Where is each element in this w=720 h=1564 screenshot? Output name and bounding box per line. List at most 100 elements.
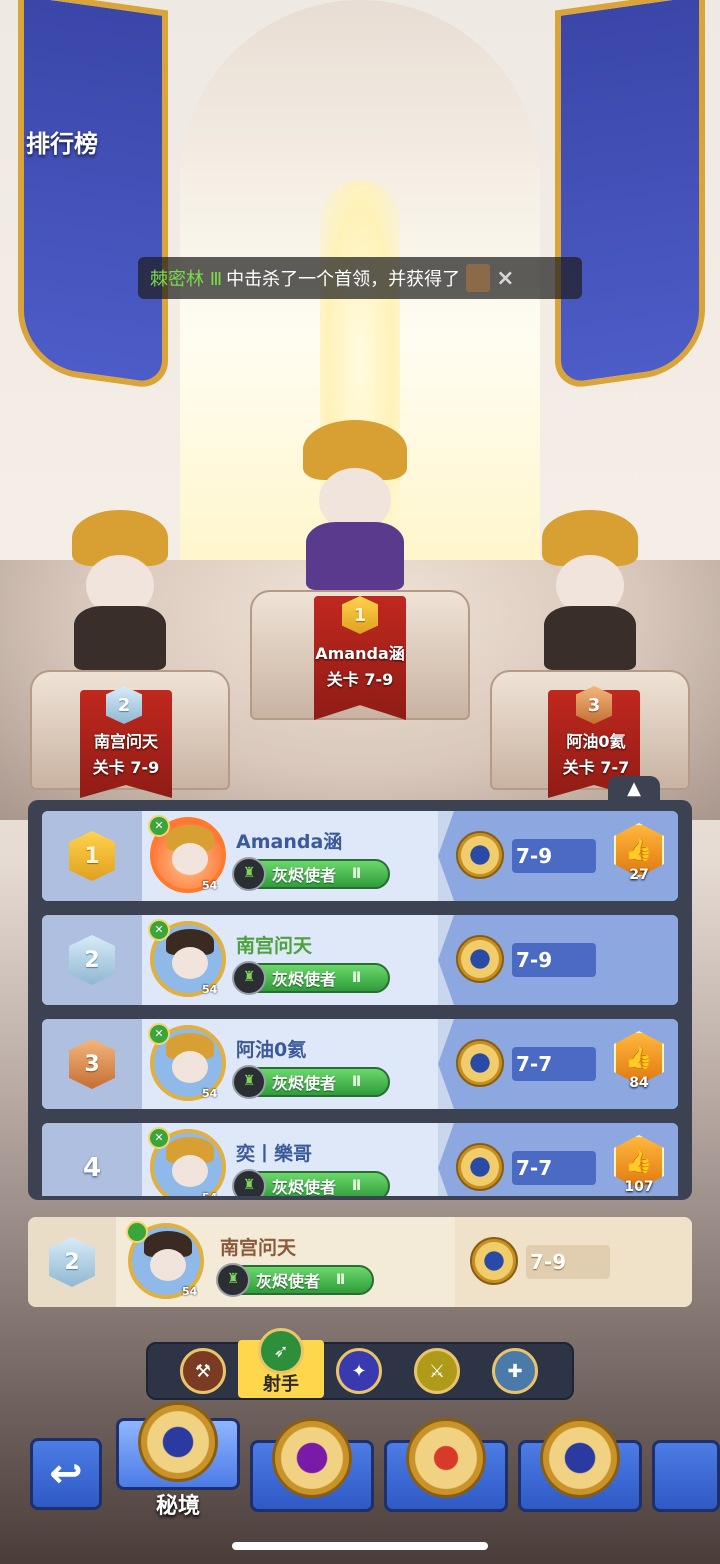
stage-value: 7-9 — [512, 839, 596, 873]
rank-badge: 1 — [69, 831, 115, 881]
notice-close-icon[interactable]: × — [496, 266, 514, 291]
rank-cell: 4 — [42, 1123, 142, 1196]
player-name: 奕丨樂哥 — [236, 1143, 313, 1165]
mage-class-tab-icon[interactable]: ✦ — [336, 1348, 382, 1394]
ranking-row[interactable]: 4 ✕ 54 奕丨樂哥 ♜ 灰烬使者 Ⅱ 7-7 👍 107 — [42, 1123, 678, 1196]
like-count: 107 — [624, 1179, 654, 1195]
avatar-face — [172, 1155, 208, 1187]
podium-name-3: 阿油0氦 — [566, 732, 626, 751]
like-count: 84 — [629, 1075, 649, 1091]
podium-hero-2[interactable] — [60, 510, 180, 670]
purple-gem-emblem-icon — [272, 1418, 352, 1498]
secret-realm-icon — [456, 1039, 504, 1087]
my-stage-value: 7-9 — [526, 1245, 610, 1279]
title-tag-icon: ♜ — [216, 1263, 250, 1297]
archer-class-tab-icon[interactable]: ➶ — [258, 1328, 304, 1374]
player-name: 南宫问天 — [236, 935, 313, 957]
hero-armor — [305, 522, 405, 590]
stage-value: 7-7 — [512, 1047, 596, 1081]
player-title-tag: ♜ 灰烬使者 Ⅱ — [232, 961, 390, 995]
rank-cell: 3 — [42, 1019, 142, 1109]
my-title-tag: ♜ 灰烬使者 Ⅱ — [216, 1263, 374, 1297]
player-title-tag: ♜ 灰烬使者 Ⅱ — [232, 857, 390, 891]
ranking-list[interactable]: 1 ✕ 54 Amanda涵 ♜ 灰烬使者 Ⅱ 7-9 👍 27 2 ✕ 54 … — [42, 811, 678, 1196]
nav-tab-5-button[interactable] — [652, 1440, 720, 1512]
my-rank-badge: 2 — [49, 1237, 95, 1287]
hero-armor — [544, 606, 636, 670]
like-count: 27 — [629, 867, 649, 883]
archer-class-icon: ✕ — [148, 1127, 170, 1149]
player-title: 灰烬使者 — [272, 1178, 337, 1196]
player-title-tag: ♜ 灰烬使者 Ⅱ — [232, 1065, 390, 1099]
my-title-tier: Ⅱ — [336, 1272, 346, 1288]
rank-badge: 2 — [69, 935, 115, 985]
my-title: 灰烬使者 — [256, 1272, 321, 1291]
archer-class-icon: ✕ — [148, 1023, 170, 1045]
rank-badge: 3 — [69, 1039, 115, 1089]
title-tag-icon: ♜ — [232, 961, 266, 995]
podium-stage-3: 关卡 7-7 — [562, 758, 630, 777]
podium-name-2: 南宫问天 — [93, 732, 158, 751]
archer-class-icon — [126, 1221, 148, 1243]
archer-class-icon: ✕ — [148, 815, 170, 837]
ranking-row[interactable]: 3 ✕ 54 阿油0氦 ♜ 灰烬使者 Ⅱ 7-7 👍 84 — [42, 1019, 678, 1109]
rank-number: 4 — [82, 1153, 102, 1183]
podium-stage-1: 关卡 7-9 — [326, 670, 394, 689]
right-banner — [555, 0, 705, 391]
player-name: 阿油0氦 — [236, 1039, 307, 1061]
avatar-face — [172, 843, 208, 875]
player-title-tier: Ⅱ — [352, 970, 362, 986]
left-banner — [18, 0, 168, 391]
avatar-face — [172, 947, 208, 979]
secret-realm-icon — [470, 1237, 518, 1285]
title-tag-icon: ♜ — [232, 857, 266, 891]
player-level: 54 — [202, 983, 218, 996]
loot-item-icon — [466, 264, 491, 292]
my-name: 南宫问天 — [220, 1237, 297, 1259]
player-title: 灰烬使者 — [272, 970, 337, 989]
player-title-tag: ♜ 灰烬使者 Ⅱ — [232, 1169, 390, 1196]
boss-kill-notice: 棘密林 Ⅲ 中击杀了一个首领，并获得了 × — [138, 257, 582, 299]
crown-emblem-icon — [406, 1418, 486, 1498]
player-title: 灰烬使者 — [272, 1074, 337, 1093]
title-tag-icon: ♜ — [232, 1065, 266, 1099]
archer-class-tab-label[interactable]: 射手 — [238, 1370, 324, 1396]
secret-realm-emblem-icon — [138, 1402, 218, 1482]
avatar-face — [172, 1051, 208, 1083]
podium-hero-3[interactable] — [530, 510, 650, 670]
priest-class-tab-icon[interactable]: ✚ — [492, 1348, 538, 1394]
assassin-class-tab-icon[interactable]: ⚔ — [414, 1348, 460, 1394]
player-title-tier: Ⅱ — [352, 866, 362, 882]
title-tag-icon: ♜ — [232, 1169, 266, 1196]
notice-message: 中击杀了一个首领，并获得了 — [226, 269, 461, 290]
rank-cell: 1 — [42, 811, 142, 901]
player-title-tier: Ⅱ — [352, 1074, 362, 1090]
collapse-list-button[interactable]: ▲ — [608, 776, 660, 802]
notice-player: 棘密林 Ⅲ — [150, 269, 223, 290]
podium-stage-2: 关卡 7-9 — [92, 758, 160, 777]
ranking-row[interactable]: 2 ✕ 54 南宫问天 ♜ 灰烬使者 Ⅱ 7-9 — [42, 915, 678, 1005]
player-name: Amanda涵 — [236, 831, 343, 853]
avatar-face — [150, 1249, 186, 1281]
home-indicator[interactable] — [232, 1542, 488, 1550]
hero-armor — [74, 606, 166, 670]
ranking-row[interactable]: 1 ✕ 54 Amanda涵 ♜ 灰烬使者 Ⅱ 7-9 👍 27 — [42, 811, 678, 901]
my-rank-cell: 2 — [28, 1217, 116, 1307]
star-emblem-icon — [540, 1418, 620, 1498]
stage-value: 7-9 — [512, 943, 596, 977]
secret-realm-icon — [456, 1143, 504, 1191]
secret-realm-icon — [456, 831, 504, 879]
podium-hero-1[interactable] — [290, 420, 420, 590]
nav-secret-realm-label: 秘境 — [155, 1494, 200, 1519]
page-title: 排行榜 — [26, 130, 98, 158]
podium-name-1: Amanda涵 — [315, 644, 405, 663]
warrior-class-tab-icon[interactable]: ⚒ — [180, 1348, 226, 1394]
secret-realm-icon — [456, 935, 504, 983]
player-level: 54 — [202, 1087, 218, 1100]
player-title-tier: Ⅱ — [352, 1178, 362, 1194]
my-level: 54 — [182, 1285, 198, 1298]
player-title: 灰烬使者 — [272, 866, 337, 885]
player-level: 54 — [202, 1191, 217, 1196]
player-level: 54 — [202, 879, 218, 892]
my-rank-row[interactable]: 2 54 南宫问天 ♜ 灰烬使者 Ⅱ 7-9 — [28, 1217, 692, 1307]
